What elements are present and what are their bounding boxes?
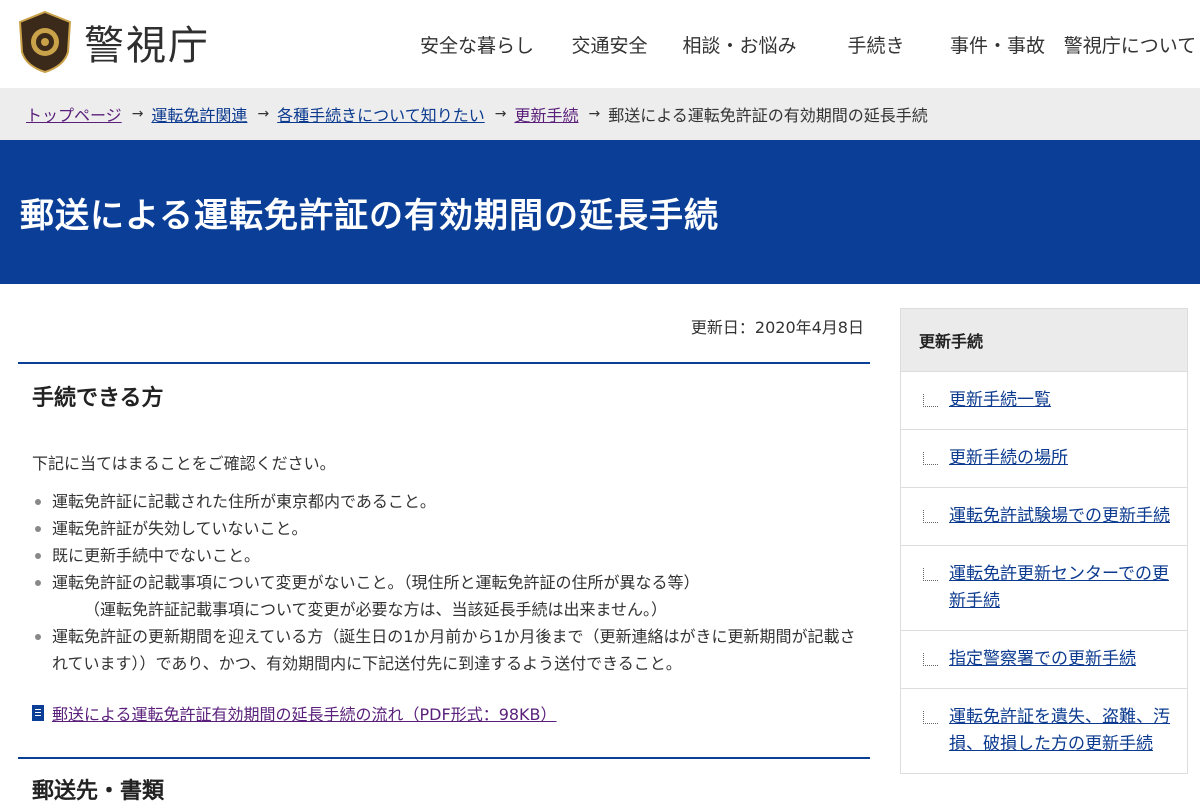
conditions-list: 運転免許証に記載された住所が東京都内であること。 運転免許証が失効していないこと… <box>18 488 870 677</box>
list-item: 運転免許証の更新期間を迎えている方（誕生日の1か月前から1か月後まで（更新連絡は… <box>32 623 870 677</box>
list-item-note: （運転免許証記載事項について変更が必要な方は、当該延長手続は出来ません。） <box>84 600 668 619</box>
site-name: 警視庁 <box>84 23 210 69</box>
sidebar-link-renewal-center[interactable]: 運転免許更新センターでの更新手続 <box>949 564 1169 611</box>
list-item: 運転免許証の記載事項について変更がないこと。（現住所と運転免許証の住所が異なる等… <box>32 569 870 623</box>
breadcrumb-current: 郵送による運転免許証の有効期間の延長手続 <box>608 106 928 125</box>
title-band: 郵送による運転免許証の有効期間の延長手続 <box>0 140 1200 284</box>
section-lead: 下記に当てはまることをご確認ください。 <box>32 454 336 473</box>
police-emblem-icon <box>18 10 72 74</box>
breadcrumb-top[interactable]: トップページ <box>26 102 122 126</box>
pdf-download: 郵送による運転免許証有効期間の延長手続の流れ（PDF形式：98KB） <box>18 701 870 725</box>
document-icon <box>32 705 44 721</box>
sidebar-item: 運転免許証を遺失、盗難、汚損、破損した方の更新手続 <box>901 688 1187 773</box>
list-item: 運転免許証が失効していないこと。 <box>32 515 870 542</box>
tree-line-icon <box>923 711 938 724</box>
page-title: 郵送による運転免許証の有効期間の延長手続 <box>20 195 719 236</box>
sidebar-link-list[interactable]: 更新手続一覧 <box>949 390 1051 410</box>
sidebar: 更新手続 更新手続一覧 更新手続の場所 運転免許試験場での更新手続 運転免許更新… <box>900 308 1188 774</box>
sidebar-title: 更新手続 <box>901 309 1187 371</box>
breadcrumb-arrow-icon: → <box>257 106 270 122</box>
sidebar-item: 更新手続の場所 <box>901 429 1187 487</box>
nav-incidents[interactable]: 事件・事故 <box>935 0 1060 88</box>
nav-consultation[interactable]: 相談・お悩み <box>662 0 817 88</box>
sidebar-item: 運転免許更新センターでの更新手続 <box>901 545 1187 630</box>
list-item-text: 運転免許証の記載事項について変更がないこと。（現住所と運転免許証の住所が異なる等… <box>52 573 700 592</box>
list-item: 既に更新手続中でないこと。 <box>32 542 870 569</box>
nav-procedures[interactable]: 手続き <box>817 0 935 88</box>
breadcrumb-arrow-icon: → <box>131 106 144 122</box>
breadcrumb-procedures[interactable]: 各種手続きについて知りたい <box>277 102 485 126</box>
breadcrumb-arrow-icon: → <box>494 106 507 122</box>
nav-about[interactable]: 警視庁について <box>1060 0 1200 88</box>
sidebar-item: 指定警察署での更新手続 <box>901 630 1187 688</box>
sidebar-link-places[interactable]: 更新手続の場所 <box>949 448 1068 468</box>
nav-safe-life[interactable]: 安全な暮らし <box>397 0 557 88</box>
list-item: 運転免許証に記載された住所が東京都内であること。 <box>32 488 870 515</box>
main-content: 更新日：2020年4月8日 手続できる方 下記に当てはまることをご確認ください。… <box>18 284 870 805</box>
pdf-link[interactable]: 郵送による運転免許証有効期間の延長手続の流れ（PDF形式：98KB） <box>52 701 557 725</box>
global-nav: 安全な暮らし 交通安全 相談・お悩み 手続き 事件・事故 警視庁について <box>397 0 1200 88</box>
tree-line-icon <box>923 653 938 666</box>
breadcrumb-renewal[interactable]: 更新手続 <box>514 102 578 126</box>
tree-line-icon <box>923 510 938 523</box>
site-header: 警視庁 安全な暮らし 交通安全 相談・お悩み 手続き 事件・事故 警視庁について <box>0 0 1200 88</box>
nav-traffic-safety[interactable]: 交通安全 <box>557 0 662 88</box>
sidebar-link-police-station[interactable]: 指定警察署での更新手続 <box>949 649 1136 669</box>
updated-date: 更新日：2020年4月8日 <box>690 318 864 337</box>
tree-line-icon <box>923 568 938 581</box>
sidebar-item: 運転免許試験場での更新手続 <box>901 487 1187 545</box>
sidebar-link-lost-license[interactable]: 運転免許証を遺失、盗難、汚損、破損した方の更新手続 <box>949 707 1170 754</box>
breadcrumb-arrow-icon: → <box>588 106 601 122</box>
tree-line-icon <box>923 394 938 407</box>
next-section-heading: 郵送先・書類 <box>32 779 165 804</box>
sidebar-item: 更新手続一覧 <box>901 371 1187 429</box>
site-logo[interactable]: 警視庁 <box>16 10 210 74</box>
breadcrumb-license[interactable]: 運転免許関連 <box>151 102 247 126</box>
section-heading: 手続できる方 <box>32 386 164 411</box>
breadcrumb: トップページ → 運転免許関連 → 各種手続きについて知りたい → 更新手続 →… <box>0 88 1200 140</box>
sidebar-link-test-center[interactable]: 運転免許試験場での更新手続 <box>949 506 1170 526</box>
tree-line-icon <box>923 452 938 465</box>
